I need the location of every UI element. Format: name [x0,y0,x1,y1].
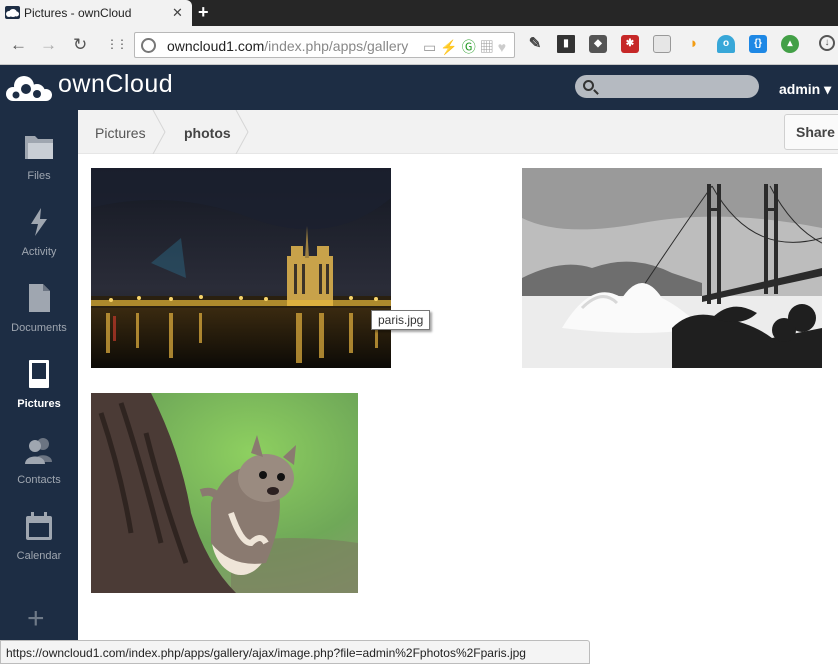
app-header: ownCloud admin ▾ [0,65,838,110]
omnibox-actions-icon[interactable]: ▭⚡Ⓖ▦♥ [423,37,510,57]
logo-wordmark: ownCloud [58,70,174,98]
document-icon [29,284,50,312]
app-navigation: Files Activity Documents Pictures Contac… [0,110,78,664]
browser-toolbar: ← → ↻ ⋮⋮ owncloud1.com/index.php/apps/ga… [0,26,838,65]
photo-tooltip: paris.jpg [371,310,431,330]
breadcrumb-separator-icon [152,110,166,154]
squirrel-image [91,393,358,593]
nav-label-pictures: Pictures [17,398,61,410]
nav-label-documents: Documents [11,322,67,334]
url-path: /index.php/apps/gallery [264,38,409,54]
photo-golden-gate[interactable] [522,168,822,368]
breadcrumb-photos[interactable]: photos [184,125,231,141]
photo-squirrel[interactable] [91,393,358,593]
evernote-icon[interactable]: ▮ [557,35,575,53]
nav-item-files[interactable]: Files [0,110,78,186]
share-button[interactable]: Share [784,114,838,150]
search-input[interactable] [575,75,759,98]
ext-badge-1-icon[interactable]: ✱ [621,35,639,53]
nav-label-activity: Activity [21,246,57,258]
window-icon[interactable] [653,35,671,53]
controls-bar: Pictures photos Share [78,110,838,154]
tab-title: Pictures - ownCloud [24,6,132,20]
nav-label-contacts: Contacts [17,474,61,486]
download-icon[interactable]: ↓ [819,35,835,51]
address-bar[interactable]: owncloud1.com/index.php/apps/gallery ▭⚡Ⓖ… [134,32,515,58]
tab-close-icon[interactable]: ✕ [172,5,183,21]
url-host: owncloud1.com [167,38,265,54]
ghostery-icon[interactable]: o [717,35,735,53]
rss-icon[interactable]: ◗ [685,35,703,53]
elephant-icon[interactable]: ◆ [589,35,607,53]
calendar-icon [26,512,52,540]
owncloud-favicon-icon [5,6,20,19]
people-icon [25,438,52,464]
nav-label-calendar: Calendar [16,550,62,562]
new-tab-button[interactable]: + [198,2,209,23]
logo-text: ownCloud [58,70,173,99]
breadcrumb-separator-icon [235,110,249,154]
browser-tabbar: Pictures - ownCloud ✕ + [0,0,838,26]
golden-gate-image [522,168,822,368]
add-app-icon[interactable]: + [27,604,45,634]
search-icon [583,80,594,91]
nav-item-contacts[interactable]: Contacts [0,414,78,490]
apps-button[interactable]: ⋮⋮ [106,37,128,51]
photo-paris[interactable] [91,168,391,368]
site-info-icon[interactable] [141,38,156,53]
browser-tab[interactable]: Pictures - ownCloud ✕ [0,0,192,26]
back-button[interactable]: ← [10,35,27,55]
folder-icon [25,136,53,159]
nav-item-calendar[interactable]: Calendar [0,490,78,566]
nav-item-activity[interactable]: Activity [0,186,78,262]
nav-item-documents[interactable]: Documents [0,262,78,338]
nav-item-pictures[interactable]: Pictures [0,338,78,414]
css-icon[interactable]: {} [749,35,767,53]
picture-icon [29,360,49,388]
url-text[interactable]: owncloud1.com/index.php/apps/gallery [167,38,408,54]
reload-button[interactable]: ↻ [73,35,87,55]
bookmark-icon[interactable]: ✎ [526,35,544,53]
lightning-icon [31,208,47,236]
owncloud-logo-icon[interactable] [4,72,60,109]
forward-button[interactable]: → [40,35,57,55]
status-bubble: https://owncloud1.com/index.php/apps/gal… [0,640,590,664]
breadcrumb-pictures[interactable]: Pictures [95,125,146,141]
green-ext-icon[interactable]: ▴ [781,35,799,53]
paris-night-image [91,168,391,368]
nav-label-files: Files [27,170,51,182]
user-menu[interactable]: admin ▾ [779,81,831,98]
